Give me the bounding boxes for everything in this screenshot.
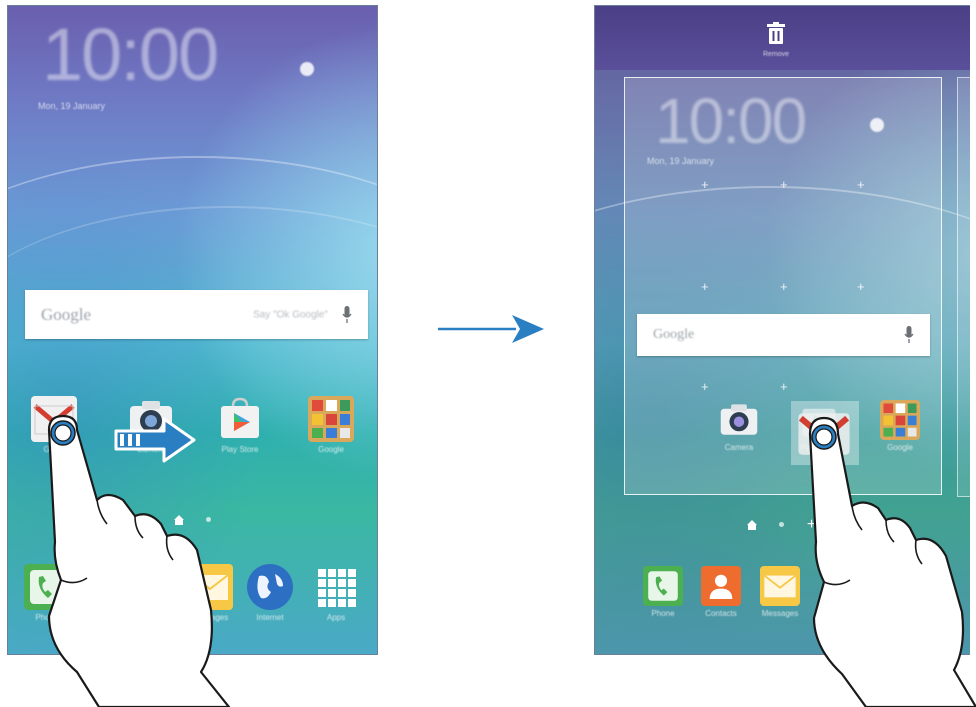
voice-search-hint: Say "Ok Google" [253,309,328,320]
dock-contacts[interactable]: Contacts [691,566,751,618]
app-label: Camera [724,443,754,452]
apps-grid-icon [313,564,359,610]
google-search-bar[interactable]: Google [637,314,930,356]
page-dot[interactable] [779,522,785,528]
app-label: Contacts [705,609,737,618]
weather-icon[interactable] [300,62,314,76]
add-slot-icon[interactable]: + [701,380,709,393]
google-folder-icon [308,396,354,442]
app-label: Google [318,445,344,454]
date-label: Mon, 19 January [38,101,106,111]
hand-gesture-icon [808,416,976,707]
add-slot-icon[interactable]: + [780,380,788,393]
internet-icon [247,564,293,610]
remove-area[interactable]: Remove [595,6,970,70]
mic-icon[interactable] [342,305,352,325]
google-logo: Google [653,327,695,342]
transition-arrow-icon [438,315,544,343]
date-label: Mon, 19 January [647,156,715,166]
add-slot-icon[interactable]: + [780,178,788,191]
mic-icon[interactable] [904,325,914,345]
contacts-icon [701,566,741,606]
dock-internet[interactable]: Internet [240,564,300,622]
google-logo: Google [41,304,92,324]
trash-icon[interactable] [766,22,786,46]
add-slot-icon[interactable]: + [857,280,865,293]
phone-icon [643,566,683,606]
app-label: Internet [256,613,284,622]
clock-widget[interactable]: 10:00 [42,12,219,97]
app-label: Apps [326,613,346,622]
google-search-bar[interactable]: Google Say "Ok Google" [25,290,368,339]
app-label: Phone [651,609,675,618]
clock-widget[interactable]: 10:00 [655,84,807,158]
add-slot-icon[interactable]: + [701,178,709,191]
app-google-folder[interactable]: Google [301,396,361,454]
add-slot-icon[interactable]: + [780,280,788,293]
remove-label: Remove [762,51,790,58]
hand-gesture-icon [47,414,231,707]
app-camera[interactable]: Camera [709,400,769,452]
camera-icon [719,400,759,440]
dock-apps[interactable]: Apps [306,564,366,622]
home-page-icon[interactable] [747,519,757,530]
add-slot-icon[interactable]: + [857,178,865,191]
add-slot-icon[interactable]: + [701,280,709,293]
dock-phone[interactable]: Phone [633,566,693,618]
weather-icon[interactable] [870,118,884,132]
